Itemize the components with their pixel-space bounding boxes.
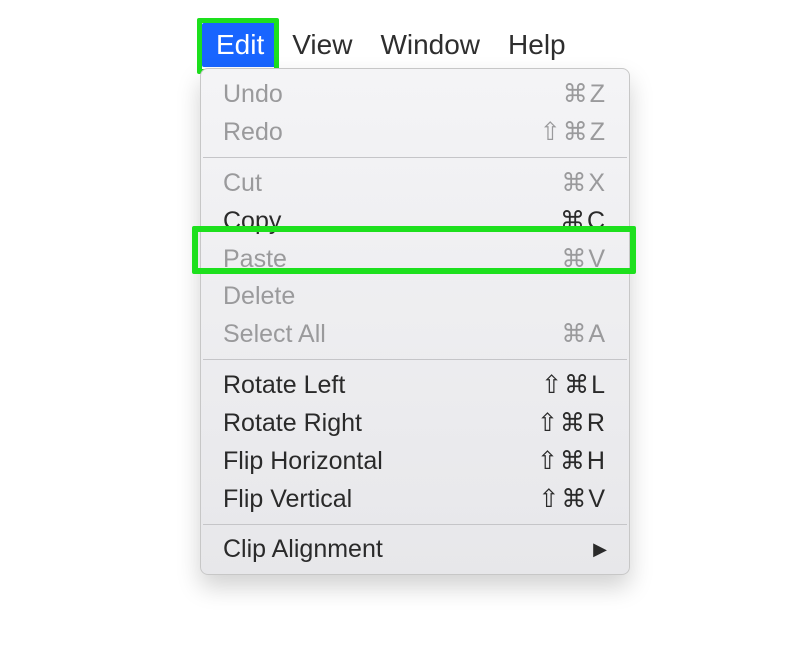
menu-item-label: Flip Vertical [223, 485, 352, 514]
menu-item-clip-alignment[interactable]: Clip Alignment ▶ [201, 531, 629, 568]
menu-item-select-all[interactable]: Select All ⌘A [201, 315, 629, 353]
menu-item-delete[interactable]: Delete [201, 278, 629, 315]
menu-item-shortcut: ⇧⌘L [541, 370, 607, 400]
menu-item-label: Copy [223, 207, 281, 236]
menu-item-flip-horizontal[interactable]: Flip Horizontal ⇧⌘H [201, 442, 629, 480]
menu-item-shortcut: ⌘X [561, 168, 607, 198]
menu-item-copy[interactable]: Copy ⌘C [201, 202, 629, 240]
menu-item-label: Rotate Left [223, 371, 345, 400]
menu-item-shortcut: ⌘Z [563, 79, 607, 109]
menubar: Edit View Window Help [202, 22, 580, 68]
menu-item-rotate-left[interactable]: Rotate Left ⇧⌘L [201, 366, 629, 404]
menubar-item-edit[interactable]: Edit [202, 23, 278, 67]
menu-item-shortcut: ⌘V [561, 244, 607, 274]
menu-item-label: Clip Alignment [223, 535, 383, 564]
menu-item-rotate-right[interactable]: Rotate Right ⇧⌘R [201, 404, 629, 442]
menu-item-shortcut: ⇧⌘H [537, 446, 607, 476]
menu-item-redo[interactable]: Redo ⇧⌘Z [201, 113, 629, 151]
menu-item-label: Cut [223, 169, 262, 198]
menu-item-label: Delete [223, 282, 295, 311]
menu-item-label: Select All [223, 320, 326, 349]
edit-menu: Undo ⌘Z Redo ⇧⌘Z Cut ⌘X Copy ⌘C Paste ⌘V… [200, 68, 630, 575]
menu-item-shortcut: ⇧⌘R [537, 408, 607, 438]
menu-item-shortcut: ⌘A [561, 319, 607, 349]
menu-item-flip-vertical[interactable]: Flip Vertical ⇧⌘V [201, 480, 629, 518]
menu-separator [203, 157, 627, 158]
menu-item-cut[interactable]: Cut ⌘X [201, 164, 629, 202]
menu-item-paste[interactable]: Paste ⌘V [201, 240, 629, 278]
menu-separator [203, 359, 627, 360]
menu-item-shortcut: ⇧⌘V [538, 484, 607, 514]
menu-item-label: Undo [223, 80, 283, 109]
menu-item-shortcut: ⇧⌘Z [540, 117, 607, 147]
menu-item-undo[interactable]: Undo ⌘Z [201, 75, 629, 113]
menu-item-shortcut: ⌘C [560, 206, 607, 236]
submenu-arrow-icon: ▶ [593, 539, 607, 560]
menu-item-label: Redo [223, 118, 283, 147]
menubar-item-window[interactable]: Window [366, 23, 494, 67]
menu-item-label: Flip Horizontal [223, 447, 383, 476]
menu-item-label: Paste [223, 245, 287, 274]
menubar-item-help[interactable]: Help [494, 23, 580, 67]
menu-item-label: Rotate Right [223, 409, 362, 438]
menu-separator [203, 524, 627, 525]
menubar-item-view[interactable]: View [278, 23, 366, 67]
